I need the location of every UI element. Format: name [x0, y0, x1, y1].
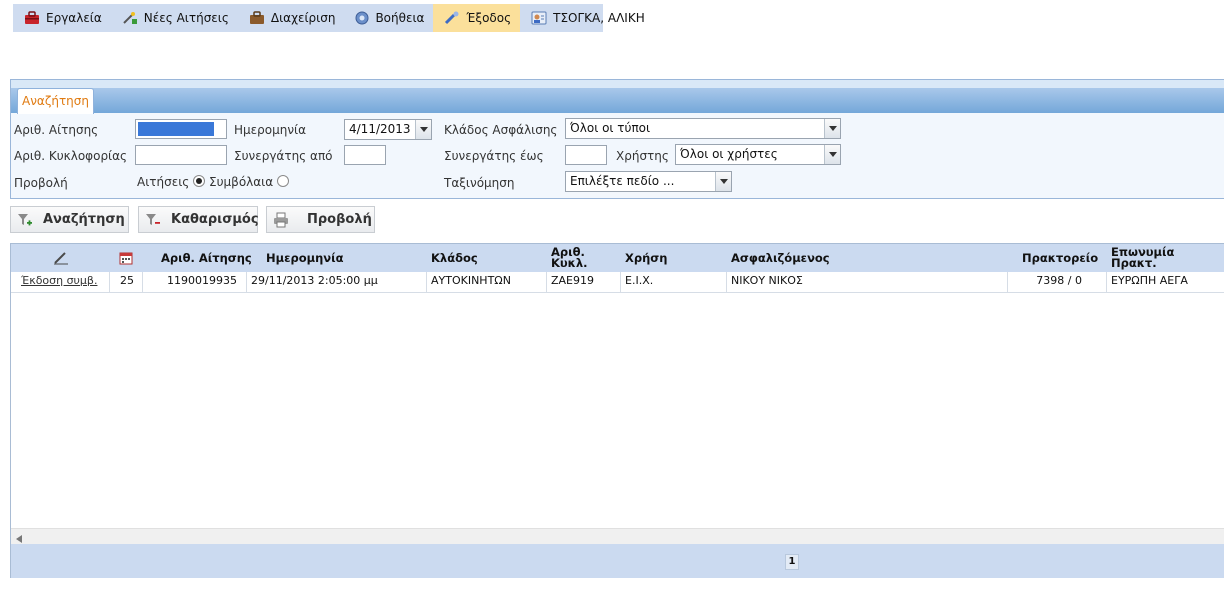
- application-no-label: Αριθ. Αίτησης: [14, 123, 99, 137]
- menu-exit-label: Έξοδος: [466, 11, 512, 25]
- grid-header: Αριθ. Αίτησης Ημερομηνία Κλάδος Αριθ. Κυ…: [11, 244, 1224, 272]
- view-option-applications-label: Αιτήσεις: [137, 175, 190, 189]
- view-option-applications[interactable]: Αιτήσεις: [137, 175, 206, 189]
- plate-label: Αριθ. Κυκλοφορίας: [14, 149, 128, 163]
- header-branch[interactable]: Κλάδος: [431, 244, 478, 272]
- issue-contract-link[interactable]: Έκδοση συμβ.: [21, 274, 97, 287]
- row-count: 25: [110, 272, 143, 292]
- page-button-1[interactable]: 1: [785, 554, 799, 570]
- menu-help-label: Βοήθεια: [375, 11, 425, 25]
- row-agency: 7398 / 0: [1008, 272, 1107, 292]
- chevron-down-icon[interactable]: [715, 172, 731, 191]
- row-insured: ΝΙΚΟΥ ΝΙΚΟΣ: [727, 272, 1008, 292]
- exit-icon: [444, 11, 460, 25]
- view-button-label: Προβολή: [307, 212, 372, 227]
- header-plate-line2: Κυκλ.: [551, 256, 588, 270]
- view-option-contracts[interactable]: Συμβόλαια: [209, 175, 289, 189]
- row-action-cell: Έκδοση συμβ.: [11, 272, 110, 292]
- briefcase-icon: [249, 11, 265, 25]
- table-row[interactable]: Έκδοση συμβ. 25 1190019935 29/11/2013 2:…: [11, 272, 1224, 293]
- branch-select[interactable]: Όλοι οι τύποι: [565, 118, 841, 139]
- calendar-icon: [119, 244, 133, 272]
- sort-label: Ταξινόμηση: [444, 176, 515, 190]
- date-picker[interactable]: 4/11/2013: [344, 119, 432, 140]
- menu-exit[interactable]: Έξοδος: [433, 4, 521, 32]
- sort-value: Επιλέξτε πεδίο ...: [570, 174, 675, 188]
- row-app-no: 1190019935: [143, 272, 247, 292]
- toolbox-icon: [24, 11, 40, 25]
- row-plate: ΖΑΕ919: [547, 272, 621, 292]
- branch-label: Κλάδος Ασφάλισης: [444, 123, 558, 137]
- tab-strip: Αναζήτηση: [11, 80, 1224, 114]
- user-select[interactable]: Όλοι οι χρήστες: [675, 144, 841, 165]
- search-panel: Αναζήτηση Αριθ. Αίτησης Ημερομηνία 4/11/…: [10, 79, 1224, 199]
- application-no-input[interactable]: [135, 119, 227, 139]
- partner-from-input[interactable]: [344, 145, 386, 165]
- chevron-down-icon[interactable]: [824, 119, 840, 138]
- row-agency-name: ΕΥΡΩΠΗ ΑΕΓΑ: [1111, 274, 1188, 287]
- menu-new-applications[interactable]: Νέες Αιτήσεις: [111, 4, 238, 32]
- row-use: Ε.Ι.Χ.: [621, 272, 727, 292]
- menu-management-label: Διαχείριση: [270, 11, 336, 25]
- plate-input[interactable]: [135, 145, 227, 165]
- tab-search[interactable]: Αναζήτηση: [17, 88, 94, 114]
- chevron-down-icon[interactable]: [415, 120, 431, 139]
- view-option-contracts-label: Συμβόλαια: [209, 175, 274, 189]
- header-plate[interactable]: Αριθ. Κυκλ.: [551, 244, 588, 272]
- row-branch: ΑΥΤΟΚΙΝΗΤΩΝ: [427, 272, 547, 292]
- header-agency-name[interactable]: Επωνυμία Πρακτ.: [1111, 244, 1224, 272]
- view-button[interactable]: Προβολή: [266, 206, 375, 233]
- filter-add-icon: [17, 212, 33, 228]
- menu-tools[interactable]: Εργαλεία: [13, 4, 111, 32]
- search-button[interactable]: Αναζήτηση: [10, 206, 129, 233]
- application-no-selection: [138, 122, 214, 136]
- user-card-icon: [531, 11, 547, 25]
- menu-management[interactable]: Διαχείριση: [238, 4, 345, 32]
- partner-to-input[interactable]: [565, 145, 607, 165]
- help-icon: [355, 11, 369, 25]
- date-value: 4/11/2013: [349, 122, 411, 136]
- partner-to-label: Συνεργάτης έως: [444, 149, 544, 163]
- menu-tools-label: Εργαλεία: [46, 11, 102, 25]
- main-menu: Εργαλεία Νέες Αιτήσεις Διαχείριση Βοήθει…: [13, 4, 645, 32]
- magic-wand-icon: [122, 11, 138, 25]
- header-agency[interactable]: Πρακτορείο: [1022, 244, 1098, 272]
- header-use[interactable]: Χρήση: [625, 244, 667, 272]
- grid-pager: 1: [11, 544, 1224, 578]
- header-app-no[interactable]: Αριθ. Αίτησης: [161, 244, 252, 272]
- results-grid: Αριθ. Αίτησης Ημερομηνία Κλάδος Αριθ. Κυ…: [10, 243, 1224, 578]
- radio-applications[interactable]: [193, 175, 206, 187]
- edit-icon: [53, 244, 69, 272]
- clear-button-label: Καθαρισμός: [171, 212, 259, 227]
- user-label: Χρήστης: [616, 149, 669, 163]
- menu-help[interactable]: Βοήθεια: [344, 4, 433, 32]
- chevron-down-icon[interactable]: [824, 145, 840, 164]
- radio-contracts[interactable]: [276, 175, 289, 187]
- user-value: Όλοι οι χρήστες: [680, 147, 778, 161]
- menu-user[interactable]: ΤΣΟΓΚΑ, ΑΛΙΚΗ: [520, 4, 654, 32]
- header-insured[interactable]: Ασφαλιζόμενος: [731, 244, 830, 272]
- header-date[interactable]: Ημερομηνία: [266, 244, 344, 272]
- branch-value: Όλοι οι τύποι: [570, 121, 651, 135]
- sort-select[interactable]: Επιλέξτε πεδίο ...: [565, 171, 732, 192]
- menu-new-applications-label: Νέες Αιτήσεις: [143, 11, 229, 25]
- filter-remove-icon: [145, 212, 161, 228]
- horizontal-scrollbar[interactable]: [11, 528, 1224, 544]
- clear-button[interactable]: Καθαρισμός: [138, 206, 259, 233]
- menu-user-label: ΤΣΟΓΚΑ, ΑΛΙΚΗ: [553, 11, 645, 25]
- partner-from-label: Συνεργάτης από: [234, 149, 333, 163]
- date-label: Ημερομηνία: [234, 123, 307, 137]
- printer-icon: [273, 212, 289, 228]
- row-date: 29/11/2013 2:05:00 μμ: [247, 272, 427, 292]
- search-button-label: Αναζήτηση: [43, 212, 125, 227]
- view-label: Προβολή: [14, 176, 68, 190]
